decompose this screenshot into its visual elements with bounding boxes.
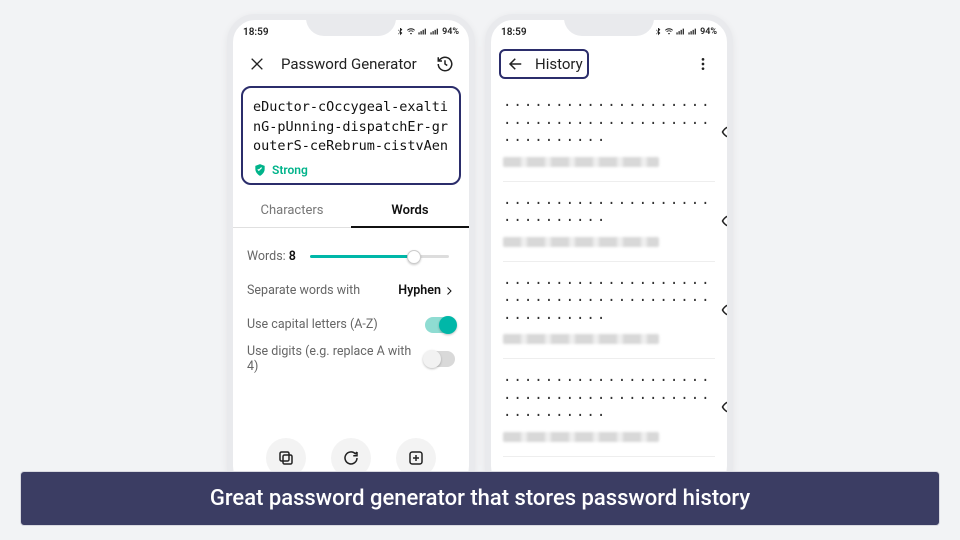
back-button[interactable]: [505, 53, 527, 75]
close-button[interactable]: [243, 50, 271, 78]
page-title: Password Generator: [281, 55, 421, 73]
digits-label: Use digits (e.g. replace A with 4): [247, 344, 425, 374]
eye-icon: [721, 301, 733, 319]
arrow-left-icon: [507, 55, 525, 73]
capitals-toggle[interactable]: [425, 317, 455, 333]
strength-label: Strong: [272, 163, 308, 177]
history-item-actions: [720, 211, 733, 231]
words-label: Words:: [247, 249, 286, 264]
reveal-button[interactable]: [720, 211, 733, 231]
signal-icon: [676, 28, 686, 36]
wifi-icon: [406, 28, 416, 36]
refresh-icon: [342, 449, 360, 467]
status-icons: 94%: [654, 27, 717, 37]
masked-password-line: ··········: [503, 311, 712, 329]
bluetooth-icon: [396, 28, 404, 36]
notch: [306, 18, 396, 36]
setting-capitals: Use capital letters (A-Z): [247, 308, 455, 342]
setting-digits: Use digits (e.g. replace A with 4): [247, 342, 455, 376]
more-vertical-icon: [695, 56, 711, 72]
masked-password-line: ··········: [503, 213, 712, 231]
eye-icon: [721, 123, 733, 141]
masked-password-line: ··········: [503, 133, 712, 151]
chevron-right-icon: [443, 285, 455, 297]
bluetooth-icon: [654, 28, 662, 36]
wifi-icon: [664, 28, 674, 36]
history-item-actions: [720, 122, 733, 142]
digits-toggle[interactable]: [425, 351, 455, 367]
shield-check-icon: [253, 163, 267, 177]
generated-password: eDuctor-cOccygeal-exaltinG-pUnning-dispa…: [253, 98, 449, 157]
masked-password-line: ····················: [503, 116, 712, 134]
history-item-actions: [720, 397, 733, 417]
masked-password-line: ····················: [503, 98, 712, 116]
history-item-actions: [720, 300, 733, 320]
words-slider[interactable]: [310, 255, 449, 258]
strength-indicator: Strong: [253, 163, 449, 177]
history-item: ········································…: [503, 359, 715, 457]
app-bar: Password Generator: [233, 44, 469, 84]
masked-password-line: ····················: [503, 293, 712, 311]
more-button[interactable]: [689, 50, 717, 78]
masked-password-line: ··········: [503, 408, 712, 426]
notch: [564, 18, 654, 36]
tab-words[interactable]: Words: [351, 193, 469, 228]
generated-password-box[interactable]: eDuctor-cOccygeal-exaltinG-pUnning-dispa…: [243, 88, 459, 183]
tab-characters[interactable]: Characters: [233, 193, 351, 228]
status-icons: 94%: [396, 27, 459, 37]
history-item-preview: ········································…: [503, 276, 712, 345]
setting-words-count: Words: 8: [247, 240, 455, 274]
reveal-button[interactable]: [720, 122, 733, 142]
history-item-meta-blurred: [503, 157, 659, 167]
signal-icon-2: [430, 28, 440, 36]
reveal-button[interactable]: [720, 300, 733, 320]
status-time: 18:59: [501, 27, 527, 38]
battery-text: 94%: [442, 27, 459, 37]
plus-box-icon: [407, 449, 425, 467]
masked-password-line: ····················: [503, 391, 712, 409]
caption: Great password generator that stores pas…: [20, 471, 940, 526]
masked-password-line: ····················: [503, 276, 712, 294]
reveal-button[interactable]: [720, 397, 733, 417]
history-item-preview: ······························: [503, 196, 712, 247]
history-button[interactable]: [431, 50, 459, 78]
status-time: 18:59: [243, 27, 269, 38]
history-icon: [436, 55, 454, 73]
separator-value: Hyphen: [398, 283, 441, 298]
phone-password-generator: 18:59 94% Password Generator eDuctor-cOc…: [227, 14, 475, 494]
close-icon: [249, 56, 265, 72]
history-item-meta-blurred: [503, 334, 659, 344]
settings-panel: Words: 8 Separate words with Hyphen Use …: [233, 228, 469, 376]
tabs: Characters Words: [233, 193, 469, 228]
copy-icon: [277, 449, 295, 467]
phone-history: 18:59 94% History ··········: [485, 14, 733, 494]
history-item-meta-blurred: [503, 237, 659, 247]
page-title: History: [535, 55, 583, 73]
setting-separator[interactable]: Separate words with Hyphen: [247, 274, 455, 308]
masked-password-line: ····················: [503, 196, 712, 214]
history-item-preview: ········································…: [503, 98, 712, 167]
history-item: ········································…: [503, 262, 715, 360]
words-value: 8: [289, 249, 296, 264]
eye-icon: [721, 398, 733, 416]
history-item: ······························: [503, 182, 715, 262]
eye-icon: [721, 212, 733, 230]
battery-text: 94%: [700, 27, 717, 37]
masked-password-line: ····················: [503, 373, 712, 391]
signal-icon-2: [688, 28, 698, 36]
signal-icon: [418, 28, 428, 36]
history-list: ········································…: [491, 84, 727, 457]
capitals-label: Use capital letters (A-Z): [247, 317, 378, 332]
app-bar: History: [491, 44, 727, 84]
separator-label: Separate words with: [247, 283, 360, 298]
slider-thumb[interactable]: [407, 250, 421, 264]
history-item-preview: ········································…: [503, 373, 712, 442]
history-item: ········································…: [503, 84, 715, 182]
history-item-meta-blurred: [503, 432, 659, 442]
